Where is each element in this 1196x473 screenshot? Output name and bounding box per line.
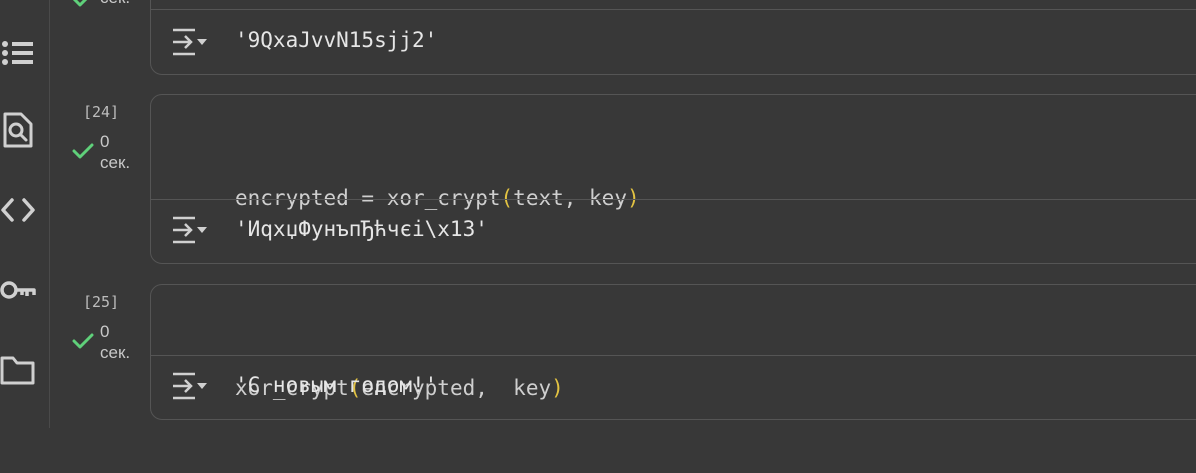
output-actions-icon[interactable] [169, 371, 209, 406]
cell-container[interactable]: xor_crypt(encrypted, key) 'С новым годом… [150, 284, 1196, 420]
run-time-unit: сек. [100, 343, 131, 362]
success-check-icon [72, 332, 94, 355]
output-actions-icon[interactable] [169, 215, 209, 250]
output-actions-icon[interactable] [169, 27, 209, 62]
run-status: сек. [70, 0, 150, 40]
files-folder-icon[interactable] [0, 350, 36, 390]
cell-output-text: '9QxaJvvN15sjj2' [235, 28, 438, 52]
run-time-unit: сек. [100, 153, 131, 172]
cell-output-text: 'С новым годом!' [235, 373, 438, 397]
cell-output-divider [151, 199, 1196, 200]
success-check-icon [72, 0, 94, 14]
run-time-value: 0 [100, 132, 110, 151]
execution-count: [25] [82, 293, 120, 311]
run-status: 0 сек. [70, 132, 150, 180]
cell-container[interactable]: encrypted = xor_crypt(text, key) encrypt… [150, 94, 1196, 312]
execution-count: [24] [82, 103, 120, 121]
success-check-icon [72, 142, 94, 165]
run-time-unit: сек. [100, 0, 130, 8]
code-snippets-icon[interactable] [0, 190, 36, 230]
code-line: encrypted = xor_crypt(text, key) [235, 186, 640, 210]
find-icon[interactable] [0, 110, 36, 150]
cell-output-divider [151, 9, 1196, 10]
cell-output-divider [151, 355, 1196, 356]
left-sidebar [0, 0, 50, 428]
run-time-value: 0 [100, 322, 110, 341]
cell-container[interactable]: '9QxaJvvN15sjj2' [150, 0, 1196, 75]
run-status: 0 сек. [70, 322, 150, 370]
code-cell: [24] 0 сек. encrypted = xor_crypt(text, … [50, 94, 1196, 312]
table-of-contents-icon[interactable] [0, 32, 36, 72]
code-cell: сек. '9QxaJvvN15sjj2' [50, 0, 1196, 75]
code-cell: [25] 0 сек. xor_crypt(encrypted, key) 'С… [50, 284, 1196, 424]
secrets-key-icon[interactable] [0, 270, 36, 310]
cell-output-text: 'ИqхџФунъпЂћчєі\x13' [235, 217, 488, 241]
